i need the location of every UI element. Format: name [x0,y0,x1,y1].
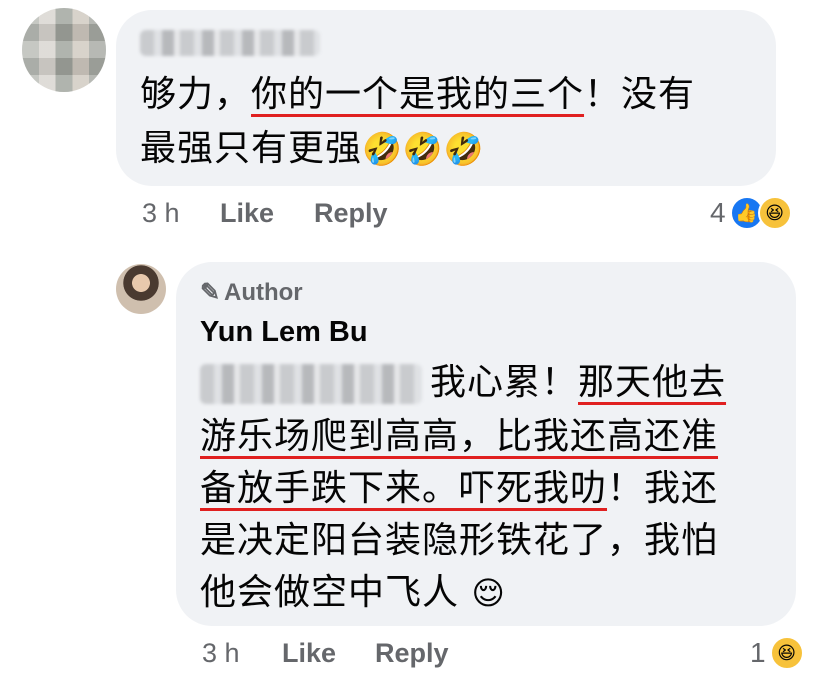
comment-text-line: 够力，你的一个是我的三个！没有 [140,68,695,122]
author-name[interactable]: Yun Lem Bu [200,316,368,349]
author-avatar[interactable] [116,264,166,314]
underlined-text: 游乐场爬到高高，比我还高还准 [200,416,719,457]
reply-time[interactable]: 3 h [202,638,240,669]
blurred-commenter-name[interactable] [140,30,320,56]
comment-time[interactable]: 3 h [142,198,180,229]
rofl-emoji-icon: 🤣 [402,130,444,168]
reaction-summary[interactable]: 4 👍 😆 [710,196,792,230]
underlined-text: 你的一个是我的三个 [251,74,585,115]
reply-text-line: 是决定阳台装隐形铁花了，我怕 [200,514,718,568]
underlined-text: 那天他去 [578,362,727,403]
comment-text: ！我还 [607,468,719,509]
comment-text: ！没有 [584,74,696,115]
commenter-avatar[interactable] [22,8,106,92]
blurred-mention[interactable] [200,364,422,404]
reaction-count: 1 [750,637,766,668]
like-button[interactable]: Like [220,198,274,229]
reply-button[interactable]: Reply [314,198,388,229]
comment-text: 够力， [140,74,252,115]
comment-text: 他会做空中飞人 [200,572,472,613]
reply-button[interactable]: Reply [375,638,449,669]
like-button[interactable]: Like [282,638,336,669]
comment-text: 我心累！ [430,362,579,403]
underlined-text: 备放手跌下来。吓死我叻 [200,468,608,509]
reply-text-line: 游乐场爬到高高，比我还高还准 [200,410,718,464]
reaction-count: 4 [710,197,726,228]
author-badge: ✎ Author [200,279,303,306]
haha-icon: 😆 [757,196,792,230]
reaction-summary[interactable]: 1 😆 [750,636,804,670]
reply-text-line: 他会做空中飞人 😌 [200,566,506,620]
haha-icon: 😆 [769,636,804,670]
pencil-icon: ✎ [200,279,221,306]
reply-text-line: 备放手跌下来。吓死我叻！我还 [200,462,718,516]
comment-text: 是决定阳台装隐形铁花了，我怕 [200,520,719,561]
rofl-emoji-icon: 🤣 [362,130,403,168]
comment-text: 最强只有更强 [140,128,363,169]
rofl-emoji-icon: 🤣 [443,130,485,168]
reply-text-line: 我心累！那天他去 [430,356,726,410]
comment-text-line: 最强只有更强🤣🤣🤣 [140,122,485,176]
relieved-emoji-icon: 😌 [471,574,506,612]
